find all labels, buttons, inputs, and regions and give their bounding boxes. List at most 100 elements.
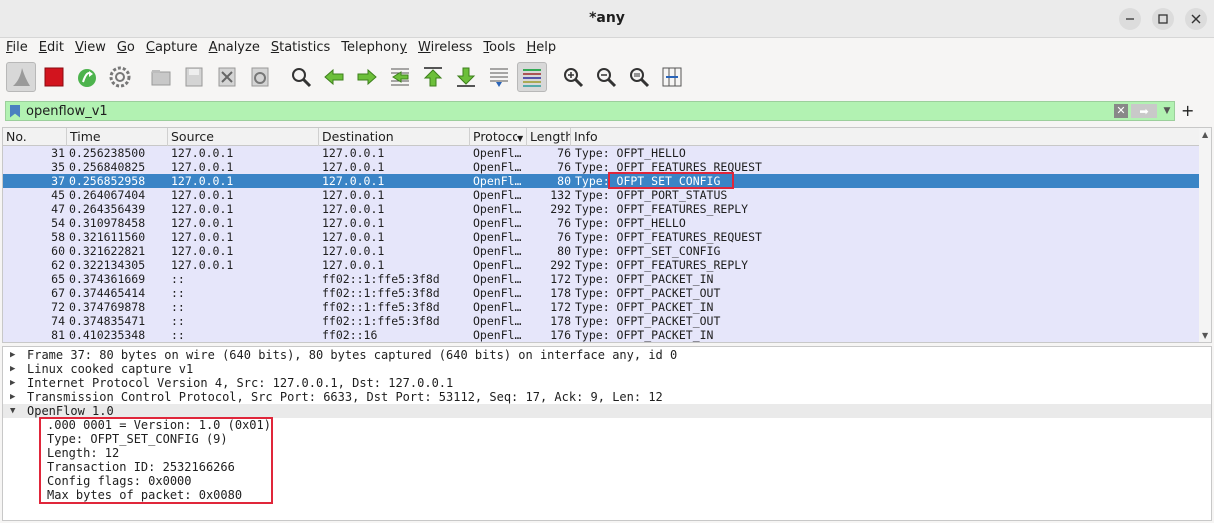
packet-no-cell: 37 xyxy=(51,174,65,188)
packet-row[interactable]: 65 0.374361669:: ff02::1:ffe5:3f8d OpenFl… 1… xyxy=(3,272,1211,286)
autoscroll-icon xyxy=(490,68,508,87)
reload-file-button[interactable] xyxy=(245,62,275,92)
column-header-time[interactable]: Time xyxy=(67,128,168,146)
resize-columns-button[interactable] xyxy=(657,62,687,92)
packet-row[interactable]: 37 0.256852958 127.0.0.1 127.0.0.1 OpenFl… 80… xyxy=(3,174,1211,188)
expanded-arrow-icon[interactable]: ▼ xyxy=(10,404,15,418)
menu-analyze[interactable]: Analyze xyxy=(203,38,265,58)
packet-dst-cell: 127.0.0.1 xyxy=(322,244,385,258)
packet-row[interactable]: 35 0.256840825 127.0.0.1 127.0.0.1 OpenFl… 76… xyxy=(3,160,1211,174)
packet-len-cell: 178 xyxy=(550,314,571,328)
go-forward-button[interactable] xyxy=(352,62,382,92)
packet-dst-cell: 127.0.0.1 xyxy=(322,202,385,216)
menu-capture[interactable]: Capture xyxy=(140,38,203,58)
last-packet-button[interactable] xyxy=(451,62,481,92)
menu-go[interactable]: Go xyxy=(111,38,140,58)
packet-list-scrollbar[interactable]: ▲ ▼ xyxy=(1199,128,1211,342)
packet-proto-cell: OpenFl… xyxy=(473,202,522,216)
packet-src-cell: 127.0.0.1 xyxy=(171,146,234,160)
add-filter-button[interactable]: + xyxy=(1181,101,1194,120)
collapsed-arrow-icon[interactable]: ▶ xyxy=(10,362,15,376)
clear-filter-icon[interactable]: ✕ xyxy=(1114,104,1128,118)
packet-info-cell: Type: OFPT_HELLO xyxy=(575,216,686,230)
packet-row[interactable]: 47 0.264356439 127.0.0.1 127.0.0.1 OpenFl… 29… xyxy=(3,202,1211,216)
packet-no-cell: 65 xyxy=(51,272,65,286)
menu-file[interactable]: File xyxy=(0,38,33,58)
open-folder-icon xyxy=(151,70,171,86)
first-packet-button[interactable] xyxy=(418,62,448,92)
collapsed-arrow-icon[interactable]: ▶ xyxy=(10,390,15,404)
minimize-button[interactable] xyxy=(1119,8,1141,30)
packet-dst-cell: 127.0.0.1 xyxy=(322,146,385,160)
collapsed-arrow-icon[interactable]: ▶ xyxy=(10,376,15,390)
packet-row[interactable]: 45 0.264067404 127.0.0.1 127.0.0.1 OpenFl… 13… xyxy=(3,188,1211,202)
packet-row[interactable]: 58 0.321611560 127.0.0.1 127.0.0.1 OpenFl… 76… xyxy=(3,230,1211,244)
menu-view[interactable]: View xyxy=(69,38,111,58)
start-capture-button[interactable] xyxy=(6,62,36,92)
bookmark-icon[interactable] xyxy=(10,104,20,118)
close-file-icon xyxy=(218,67,236,87)
column-header-source[interactable]: Source xyxy=(168,128,319,146)
packet-row[interactable]: 31 0.256238500 127.0.0.1 127.0.0.1 OpenFl… 76… xyxy=(3,146,1211,160)
packet-time-cell: 0.410235348 xyxy=(69,328,146,342)
packet-row[interactable]: 74 0.374835471:: ff02::1:ffe5:3f8d OpenFl… 1… xyxy=(3,314,1211,328)
packet-time-cell: 0.374835471 xyxy=(69,314,146,328)
packet-row[interactable]: 60 0.321622821 127.0.0.1 127.0.0.1 OpenFl… 80… xyxy=(3,244,1211,258)
save-file-button[interactable] xyxy=(179,62,209,92)
reload-icon xyxy=(251,67,269,87)
packet-no-cell: 47 xyxy=(51,202,65,216)
packet-time-cell: 0.374361669 xyxy=(69,272,146,286)
column-header-destination[interactable]: Destination xyxy=(319,128,470,146)
detail-tree-item[interactable]: ▶ Linux cooked capture v1 xyxy=(3,362,1211,376)
forward-icon xyxy=(357,68,377,86)
first-packet-icon xyxy=(423,67,443,87)
zoom-in-button[interactable] xyxy=(558,62,588,92)
close-file-button[interactable] xyxy=(212,62,242,92)
column-header-no[interactable]: No. xyxy=(3,128,67,146)
go-back-button[interactable] xyxy=(319,62,349,92)
restart-icon xyxy=(78,69,96,87)
normal-size-button[interactable] xyxy=(624,62,654,92)
column-header-info[interactable]: Info xyxy=(571,128,1199,146)
menu-statistics[interactable]: Statistics xyxy=(265,38,335,58)
packet-proto-cell: OpenFl… xyxy=(473,300,522,314)
go-to-packet-button[interactable] xyxy=(385,62,415,92)
capture-options-button[interactable] xyxy=(105,62,135,92)
packet-dst-cell: 127.0.0.1 xyxy=(322,258,385,272)
find-packet-button[interactable] xyxy=(286,62,316,92)
packet-row[interactable]: 72 0.374769878:: ff02::1:ffe5:3f8d OpenFl… 1… xyxy=(3,300,1211,314)
packet-info-cell: Type: OFPT_SET_CONFIG xyxy=(575,244,721,258)
restart-capture-button[interactable] xyxy=(72,62,102,92)
column-header-length[interactable]: Length xyxy=(527,128,571,146)
menu-edit[interactable]: Edit xyxy=(33,38,69,58)
packet-row[interactable]: 62 0.322134305 127.0.0.1 127.0.0.1 OpenFl… 29… xyxy=(3,258,1211,272)
menu-help[interactable]: Help xyxy=(520,38,561,58)
apply-filter-icon[interactable]: ➡ xyxy=(1131,104,1157,118)
column-header-protocol[interactable]: Protocol▼ xyxy=(470,128,527,146)
filter-history-dropdown-icon[interactable]: ▼ xyxy=(1160,106,1174,116)
packet-row[interactable]: 54 0.310978458 127.0.0.1 127.0.0.1 OpenFl… 76… xyxy=(3,216,1211,230)
maximize-button[interactable] xyxy=(1152,8,1174,30)
zoom-out-button[interactable] xyxy=(591,62,621,92)
detail-tree-item[interactable]: ▼ OpenFlow 1.0 xyxy=(3,404,1211,418)
menu-tools[interactable]: Tools xyxy=(477,38,520,58)
detail-tree-item[interactable]: ▶ Transmission Control Protocol, Src Port… xyxy=(3,390,1211,404)
menu-wireless[interactable]: Wireless xyxy=(412,38,477,58)
zoom-in-icon xyxy=(564,68,584,88)
menu-telephony[interactable]: Telephony xyxy=(335,38,412,58)
packet-info-cell: Type: OFPT_PACKET_IN xyxy=(575,328,714,342)
detail-tree-item[interactable]: ▶ Internet Protocol Version 4, Src: 127.0… xyxy=(3,376,1211,390)
stop-capture-button[interactable] xyxy=(39,62,69,92)
detail-tree-item[interactable]: ▶ Frame 37: 80 bytes on wire (640 bits), … xyxy=(3,348,1211,362)
display-filter-input[interactable]: openflow_v1 xyxy=(26,104,1114,119)
close-button[interactable] xyxy=(1185,8,1207,30)
autoscroll-button[interactable] xyxy=(484,62,514,92)
packet-row[interactable]: 67 0.374465414:: ff02::1:ffe5:3f8d OpenFl… 1… xyxy=(3,286,1211,300)
scroll-down-icon[interactable]: ▼ xyxy=(1202,331,1208,340)
scroll-up-icon[interactable]: ▲ xyxy=(1202,130,1208,139)
packet-time-cell: 0.256852958 xyxy=(69,174,146,188)
open-file-button[interactable] xyxy=(146,62,176,92)
collapsed-arrow-icon[interactable]: ▶ xyxy=(10,348,15,362)
colorize-button[interactable] xyxy=(517,62,547,92)
packet-row[interactable]: 81 0.410235348:: ff02::16 OpenFl… 176 Type: O… xyxy=(3,328,1211,342)
